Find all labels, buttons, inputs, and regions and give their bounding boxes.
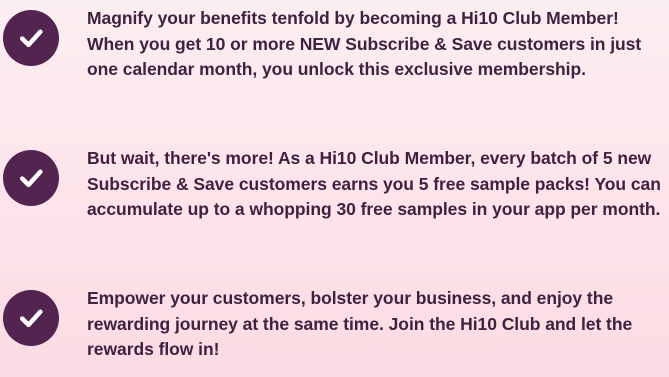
check-circle-icon	[3, 10, 59, 66]
check-circle-icon	[3, 290, 59, 346]
benefit-text: But wait, there's more! As a Hi10 Club M…	[87, 148, 661, 220]
benefits-list: Magnify your benefits tenfold by becomin…	[0, 0, 669, 377]
benefit-text: Empower your customers, bolster your bus…	[87, 288, 633, 360]
benefit-text: Magnify your benefits tenfold by becomin…	[87, 8, 642, 80]
check-circle-icon	[3, 150, 59, 206]
